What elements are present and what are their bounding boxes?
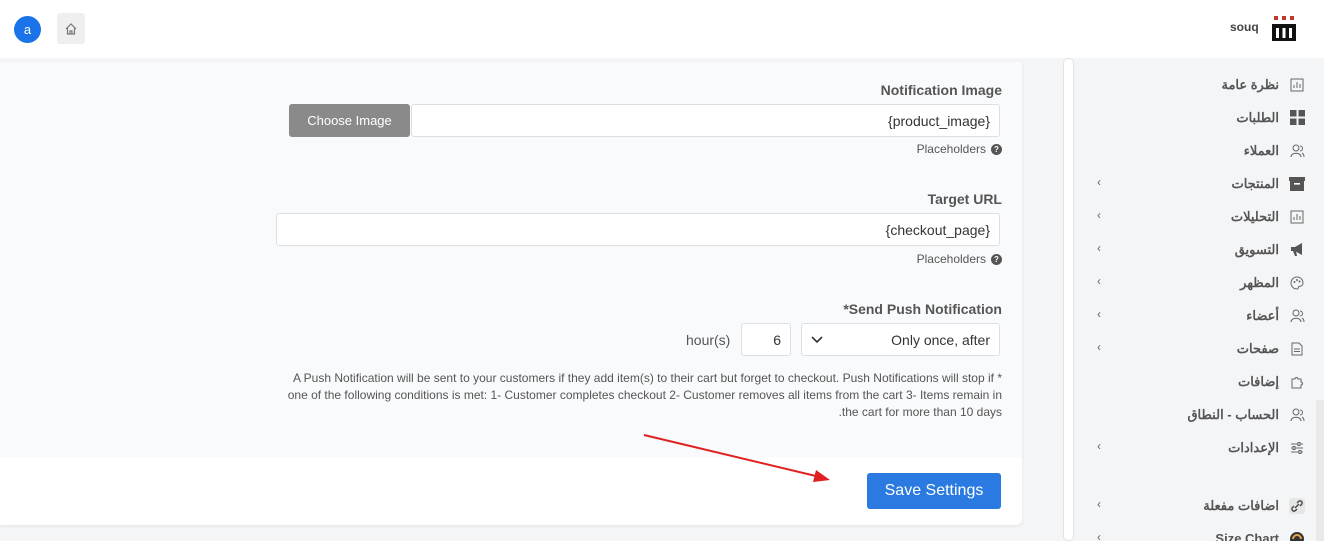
sidebar-item-label: أعضاء	[1246, 307, 1279, 323]
home-icon	[65, 22, 77, 35]
souq-logo[interactable]	[1271, 14, 1297, 42]
sidebar-item-products[interactable]: ‹ المنتجات	[1085, 167, 1310, 200]
send-frequency-value: Only once, after	[891, 331, 990, 348]
sidebar-item-addons[interactable]: إضافات	[1085, 365, 1310, 398]
settings-card: Notification Image Choose Image {product…	[0, 62, 1022, 525]
question-icon: ?	[991, 143, 1002, 155]
sidebar-item-label: المظهر	[1240, 274, 1279, 290]
sidebar-item-size-chart[interactable]: ‹ Size Chart	[1085, 522, 1310, 541]
sidebar-item-account-domain[interactable]: الحساب - النطاق	[1085, 398, 1310, 431]
hours-input[interactable]: 6	[741, 323, 791, 356]
page-scrollbar[interactable]	[1316, 400, 1324, 541]
send-push-label: *Send Push Notification	[843, 301, 1002, 317]
sidebar-item-analytics[interactable]: ‹ التحليلات	[1085, 200, 1310, 233]
save-settings-button[interactable]: Save Settings	[867, 473, 1001, 509]
customers-icon	[1289, 143, 1305, 159]
sidebar-item-label: الطلبات	[1236, 109, 1279, 125]
sidebar-item-label: التسويق	[1234, 241, 1279, 257]
sidebar-item-label: الحساب - النطاق	[1187, 406, 1279, 422]
placeholders-link-image[interactable]: Placeholders ?	[917, 142, 1002, 156]
send-frequency-select[interactable]: Only once, after	[801, 323, 1000, 356]
choose-image-button[interactable]: Choose Image	[289, 104, 410, 137]
sidebar-item-pages[interactable]: ‹ صفحات	[1085, 332, 1310, 365]
account-icon	[1289, 407, 1305, 423]
settings-sliders-icon	[1289, 440, 1305, 456]
card-body: Notification Image Choose Image {product…	[0, 62, 1022, 457]
link-icon	[1289, 497, 1305, 514]
sidebar-item-active-addons[interactable]: ‹ اضافات مفعلة	[1085, 489, 1310, 522]
question-icon: ?	[991, 253, 1002, 265]
top-bar: a souq	[0, 0, 1324, 58]
sidebar-item-customers[interactable]: العملاء	[1085, 134, 1310, 167]
megaphone-icon	[1289, 242, 1305, 258]
chevron-left-icon: ‹	[1097, 175, 1101, 189]
palette-icon	[1289, 275, 1305, 291]
brand-name: souq	[1230, 20, 1259, 34]
notification-image-input[interactable]: {product_image}	[411, 104, 1000, 137]
members-icon	[1289, 308, 1305, 324]
target-url-label: Target URL	[927, 191, 1002, 207]
chevron-left-icon: ‹	[1097, 497, 1101, 511]
chevron-left-icon: ‹	[1097, 274, 1101, 288]
page-icon	[1289, 341, 1305, 357]
sidebar-item-members[interactable]: ‹ أعضاء	[1085, 299, 1310, 332]
user-avatar[interactable]: a	[14, 16, 41, 43]
placeholders-link-url[interactable]: Placeholders ?	[917, 252, 1002, 266]
sidebar-item-label: صفحات	[1236, 340, 1279, 356]
placeholders-label: Placeholders	[916, 252, 986, 266]
placeholders-label: Placeholders	[916, 142, 986, 156]
sidebar-item-settings[interactable]: ‹ الإعدادات	[1085, 431, 1310, 464]
sidebar-item-label: اضافات مفعلة	[1203, 497, 1279, 513]
home-button[interactable]	[57, 13, 85, 44]
products-box-icon	[1289, 176, 1305, 192]
puzzle-icon	[1289, 374, 1305, 390]
orders-grid-icon	[1289, 110, 1305, 126]
chevron-left-icon: ‹	[1097, 439, 1101, 453]
sidebar-item-label: التحليلات	[1230, 208, 1279, 224]
hours-value: 6	[773, 331, 781, 348]
sidebar-item-appearance[interactable]: ‹ المظهر	[1085, 266, 1310, 299]
sidebar-item-label: الإعدادات	[1228, 439, 1279, 455]
sidebar-item-label: Size Chart	[1215, 531, 1279, 541]
target-url-input[interactable]: {checkout_page}	[276, 213, 1000, 246]
avatar-letter: a	[23, 22, 32, 37]
analytics-chart-icon	[1289, 209, 1305, 225]
notification-image-label: Notification Image	[880, 82, 1002, 98]
notification-image-value: {product_image}	[888, 112, 990, 129]
chevron-left-icon: ‹	[1097, 530, 1101, 541]
annotation-arrow	[643, 434, 830, 482]
chevron-left-icon: ‹	[1097, 241, 1101, 255]
sidebar-item-label: المنتجات	[1231, 175, 1279, 191]
size-chart-icon	[1289, 531, 1305, 541]
sidebar-item-label: إضافات	[1237, 373, 1279, 389]
chevron-left-icon: ‹	[1097, 340, 1101, 354]
chevron-down-icon	[811, 335, 823, 343]
chevron-left-icon: ‹	[1097, 307, 1101, 321]
sidebar-item-overview[interactable]: نظرة عامة	[1085, 68, 1310, 101]
push-notification-note: * A Push Notification will be sent to yo…	[287, 371, 1002, 419]
hours-unit-label: hour(s)	[686, 332, 731, 348]
sidebar-nav: نظرة عامة الطلبات العملاء ‹ المنتجات ‹ ا…	[1085, 58, 1310, 541]
target-url-value: {checkout_page}	[885, 221, 990, 238]
sidebar-item-marketing[interactable]: ‹ التسويق	[1085, 233, 1310, 266]
chevron-left-icon: ‹	[1097, 208, 1101, 222]
overview-chart-icon	[1289, 77, 1305, 93]
sidebar-item-orders[interactable]: الطلبات	[1085, 101, 1310, 134]
sidebar-item-label: العملاء	[1243, 142, 1279, 158]
content-scrollbar[interactable]	[1063, 58, 1074, 541]
sidebar-item-label: نظرة عامة	[1221, 76, 1279, 92]
